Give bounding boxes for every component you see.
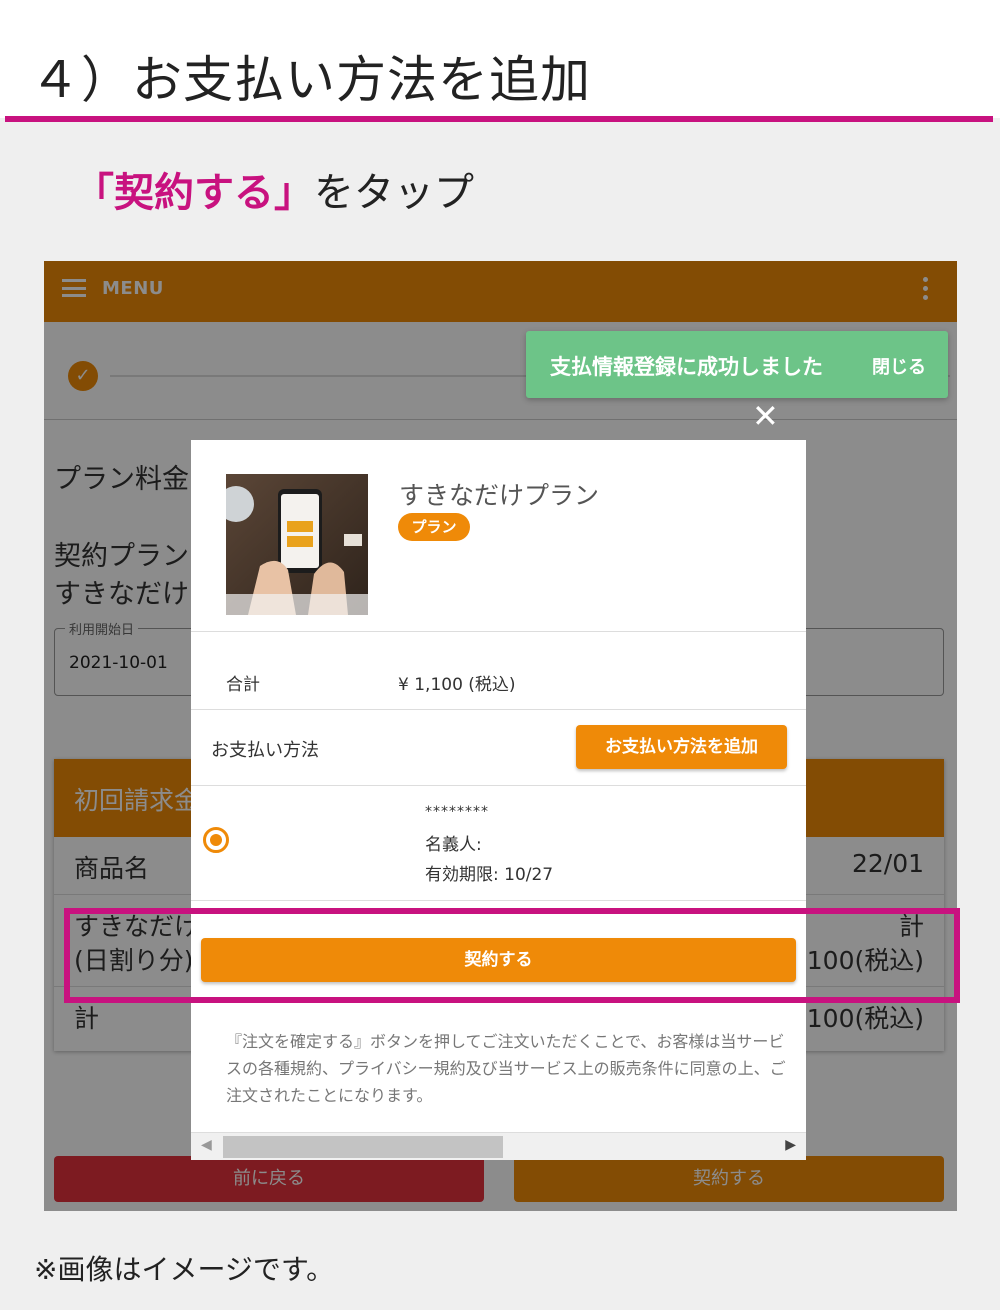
divider bbox=[191, 900, 806, 901]
divider bbox=[191, 631, 806, 632]
payment-method-label: お支払い方法 bbox=[211, 740, 319, 761]
instruction-highlight: 「契約する」 bbox=[74, 170, 314, 216]
total-value: ¥ 1,100 (税込) bbox=[398, 675, 516, 695]
add-payment-method-button[interactable]: お支払い方法を追加 bbox=[576, 725, 787, 769]
scroll-right-icon[interactable]: ▶ bbox=[785, 1137, 796, 1153]
divider bbox=[191, 785, 806, 786]
scrollbar-thumb[interactable] bbox=[223, 1136, 503, 1158]
success-toast: 支払情報登録に成功しました 閉じる bbox=[526, 331, 948, 398]
total-label: 合計 bbox=[226, 675, 260, 695]
highlight-frame bbox=[64, 908, 960, 1003]
plan-image bbox=[226, 474, 368, 615]
close-icon[interactable]: ✕ bbox=[752, 400, 779, 432]
divider bbox=[191, 709, 806, 710]
card-expiry: 有効期限: 10/27 bbox=[425, 865, 554, 885]
page-title: ４）お支払い方法を追加 bbox=[30, 51, 591, 109]
card-number: ******** bbox=[425, 804, 489, 820]
order-dialog: すきなだけプラン プラン 合計 ¥ 1,100 (税込) お支払い方法 お支払い… bbox=[191, 440, 806, 1160]
instruction-rest: をタップ bbox=[314, 170, 474, 216]
instruction: 「契約する」をタップ bbox=[74, 160, 474, 218]
footnote: ※画像はイメージです。 bbox=[34, 1253, 335, 1286]
card-holder: 名義人: bbox=[425, 835, 482, 855]
plan-name: すきなだけプラン bbox=[399, 481, 600, 510]
toast-message: 支払情報登録に成功しました bbox=[550, 355, 823, 379]
plan-chip: プラン bbox=[398, 513, 470, 541]
title-underline bbox=[5, 116, 993, 122]
toast-close-button[interactable]: 閉じる bbox=[872, 353, 926, 379]
terms-text: 『注文を確定する』ボタンを押してご注文いただくことで、お客様は当サービスの各種規… bbox=[226, 1032, 786, 1105]
card-radio[interactable] bbox=[203, 827, 229, 853]
scroll-left-icon[interactable]: ◀ bbox=[201, 1137, 212, 1153]
horizontal-scrollbar[interactable]: ◀ ▶ bbox=[191, 1132, 806, 1160]
